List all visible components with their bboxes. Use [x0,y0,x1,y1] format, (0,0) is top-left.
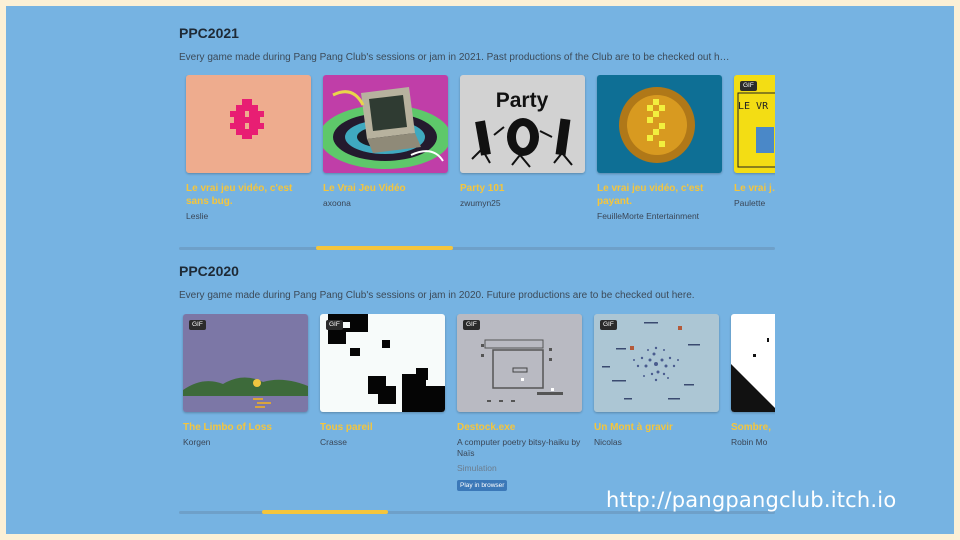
game-title[interactable]: Le vrai jeu vidéo, c'est payant. [597,182,722,208]
dark-diagonal-icon [731,314,775,412]
game-title[interactable]: Tous pareil [320,421,445,434]
pixel-coin-icon [597,75,722,173]
play-in-browser-badge[interactable]: Play in browser [457,480,508,491]
gif-badge: GIF [600,320,617,330]
game-thumbnail[interactable]: GIF [457,314,582,412]
game-thumbnail[interactable] [186,75,311,173]
game-carousel[interactable]: Le vrai jeu vidéo, c'est sans bug. Lesli… [174,75,775,235]
game-card[interactable]: Le vrai jeu vidéo, c'est sans bug. Lesli… [186,75,311,222]
game-thumbnail[interactable]: GIF [320,314,445,412]
game-title[interactable]: The Limbo of Loss [183,421,308,434]
gif-badge: GIF [740,81,757,91]
game-author[interactable]: Robin Mo [731,437,775,448]
game-author[interactable]: axoona [323,198,448,209]
game-title[interactable]: Un Mont à gravir [594,421,719,434]
game-title[interactable]: Le vrai j… Généra… [734,182,775,195]
game-thumbnail[interactable] [731,314,775,412]
retro-computer-icon [323,75,448,173]
game-card[interactable]: GIF Tous pareil Crasse [320,314,445,448]
gif-badge: GIF [189,320,206,330]
here-link[interactable]: here [672,290,692,301]
collection-ppc2021: PPC2021 Every game made during Pang Pang… [174,22,778,252]
gif-badge: GIF [463,320,480,330]
pink-pixel-bug-icon [186,75,311,173]
description-suffix: . [691,290,695,301]
game-title[interactable]: Destock.exe [457,421,582,434]
collection-ppc2020: PPC2020 Every game made during Pang Pang… [174,260,778,516]
game-carousel[interactable]: GIF The Limbo of Loss Korgen GIF Tous pa… [174,314,775,500]
game-thumbnail[interactable]: LE VR GIF [734,75,775,173]
scrollbar-thumb[interactable] [262,510,388,514]
game-card[interactable]: GIF The Limbo of Loss Korgen [183,314,308,448]
game-author[interactable]: Nicolas [594,437,719,448]
scrollbar-thumb[interactable] [316,246,454,250]
game-thumbnail[interactable]: Party [460,75,585,173]
carousel-scrollbar[interactable] [179,246,775,250]
game-title[interactable]: Le Vrai Jeu Vidéo [323,182,448,195]
game-genre[interactable]: Simulation [457,463,582,474]
section-description: Every game made during Pang Pang Club's … [179,290,775,301]
section-title[interactable]: PPC2021 [179,25,239,41]
game-author[interactable]: Korgen [183,437,308,448]
game-card[interactable]: Sombre, Robin Mo [731,314,775,448]
game-description: A computer poetry bitsy-haiku by Naïs [457,437,581,458]
gif-badge: GIF [326,320,343,330]
game-thumbnail[interactable] [323,75,448,173]
game-card[interactable]: Le vrai jeu vidéo, c'est payant. Feuille… [597,75,722,222]
description-text: Every game made during Pang Pang Club's … [179,290,669,301]
game-card[interactable]: GIF Un Mont à gravir Nicolas [594,314,719,448]
game-card[interactable]: Le Vrai Jeu Vidéo axoona [323,75,448,209]
game-author[interactable]: Leslie [186,211,311,222]
game-thumbnail[interactable]: GIF [183,314,308,412]
game-author[interactable]: zwumyn25 [460,198,585,209]
thumb-party-text: Party [496,89,549,112]
site-url[interactable]: http://pangpangclub.itch.io [606,488,896,512]
section-title[interactable]: PPC2020 [179,263,239,279]
game-title[interactable]: Party 101 [460,182,585,195]
thumb-lev-text: LE VR [738,101,769,112]
game-title[interactable]: Sombre, [731,421,775,434]
game-thumbnail[interactable]: GIF [594,314,719,412]
game-title[interactable]: Le vrai jeu vidéo, c'est sans bug. [186,182,311,208]
game-card[interactable]: LE VR GIF Le vrai j… Généra… Paulette [734,75,775,209]
page-frame: PPC2021 Every game made during Pang Pang… [6,6,954,534]
game-author[interactable]: Crasse [320,437,445,448]
game-author[interactable]: Paulette [734,198,775,209]
game-thumbnail[interactable] [597,75,722,173]
game-card[interactable]: GIF Destock.exe A computer poetry bitsy-… [457,314,582,492]
game-card[interactable]: Party Party 101 zwumyn25 [460,75,585,209]
game-author[interactable]: FeuilleMorte Entertainment [597,211,722,222]
section-description: Every game made during Pang Pang Club's … [179,52,730,63]
dancing-numbers-icon: Party [460,75,585,173]
